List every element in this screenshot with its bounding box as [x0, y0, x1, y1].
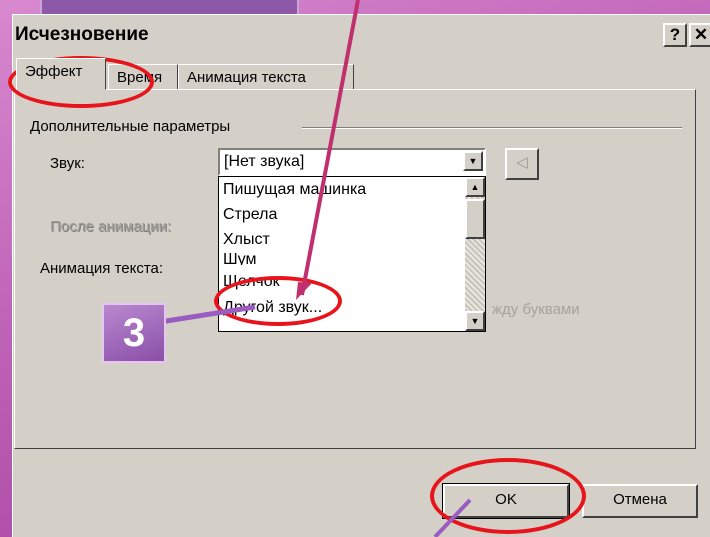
group-divider: [302, 127, 682, 129]
title-bar: Исчезновение ? ✕: [13, 15, 710, 55]
combo-dropdown-arrow-icon[interactable]: ▼: [463, 151, 483, 171]
list-item[interactable]: Хлыст: [223, 231, 270, 249]
cancel-button[interactable]: Отмена: [582, 484, 698, 518]
scroll-down-icon[interactable]: ▼: [465, 311, 485, 331]
tab-text-animation[interactable]: Анимация текста: [178, 64, 354, 90]
tab-effect[interactable]: Эффект: [16, 58, 106, 90]
letters-delay-text: жду буквами: [492, 301, 580, 318]
after-animation-label: После анимации:: [50, 218, 172, 235]
list-item[interactable]: Пишущая машинка: [223, 181, 366, 199]
step-badge: 3: [102, 303, 166, 363]
dropdown-scrollbar[interactable]: ▲ ▼: [465, 177, 485, 331]
scroll-up-icon[interactable]: ▲: [465, 177, 485, 197]
sound-label: Звук:: [50, 155, 85, 172]
list-item[interactable]: Стрела: [223, 206, 277, 224]
sound-combo[interactable]: [Нет звука] ▼: [218, 148, 486, 176]
speaker-icon[interactable]: ◁: [505, 148, 539, 180]
sound-combo-value: [Нет звука]: [224, 153, 305, 170]
highlight-ok-button: [430, 458, 586, 534]
dialog-title: Исчезновение: [15, 24, 149, 45]
scroll-thumb[interactable]: [465, 199, 485, 239]
help-button[interactable]: ?: [663, 23, 687, 47]
list-item[interactable]: Шум: [223, 251, 256, 265]
close-button[interactable]: ✕: [689, 23, 710, 47]
highlight-click-item: [214, 276, 342, 326]
text-animation-label: Анимация текста:: [40, 260, 164, 277]
group-label: Дополнительные параметры: [30, 118, 231, 135]
